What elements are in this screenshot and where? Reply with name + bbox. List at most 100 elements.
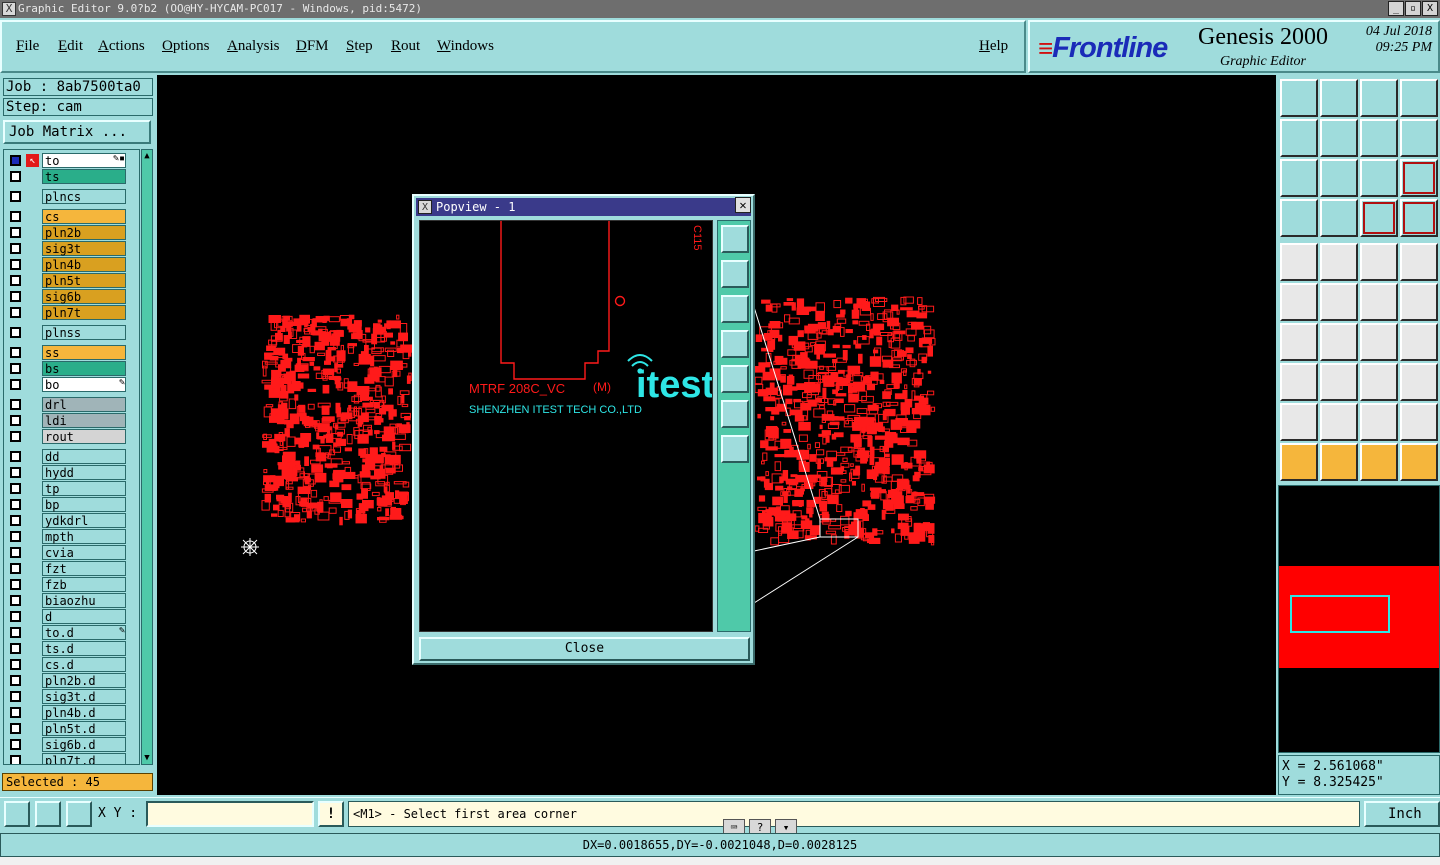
layer-row[interactable]: pln5t: [4, 273, 139, 288]
layer-name[interactable]: bp: [42, 497, 126, 512]
restore-button[interactable]: ▫: [1405, 1, 1421, 16]
layer-row[interactable]: biaozhu: [4, 593, 139, 608]
move-up-icon[interactable]: [1280, 79, 1318, 117]
layer-row[interactable]: ydkdrl: [4, 513, 139, 528]
layer-name[interactable]: pln7t.d: [42, 753, 126, 764]
popview-close-button[interactable]: Close: [419, 637, 750, 661]
layer-checkbox[interactable]: [10, 579, 21, 590]
layer-list[interactable]: ↖ to ✎▪ ts plncs cs pln2b sig3t pln4b pln5t sig6b p…: [3, 149, 140, 765]
layer-checkbox[interactable]: [10, 515, 21, 526]
x-node-icon[interactable]: [1320, 283, 1358, 321]
layer-name[interactable]: sig3t.d: [42, 689, 126, 704]
exclamation-button[interactable]: !: [318, 801, 344, 827]
line-dot-red-icon[interactable]: [1400, 283, 1438, 321]
layer-checkbox[interactable]: [10, 739, 21, 750]
pan-up-icon[interactable]: [721, 260, 749, 288]
layer-row[interactable]: ts.d: [4, 641, 139, 656]
zoom-in-icon[interactable]: [721, 400, 749, 428]
layer-row[interactable]: hydd: [4, 465, 139, 480]
menu-help[interactable]: Help: [979, 38, 1008, 55]
circle-icon[interactable]: [1400, 243, 1438, 281]
scroll-up-arrow-icon[interactable]: ▲: [142, 150, 152, 162]
layer-name[interactable]: ydkdrl: [42, 513, 126, 528]
layer-row[interactable]: sig3t: [4, 241, 139, 256]
split-icon[interactable]: [1400, 323, 1438, 361]
scale-one-two-icon[interactable]: [1360, 159, 1398, 197]
dimension-icon[interactable]: [1360, 363, 1398, 401]
layer-name[interactable]: hydd: [42, 465, 126, 480]
move-left-icon[interactable]: [1280, 119, 1318, 157]
layer-checkbox[interactable]: [10, 291, 21, 302]
pointer-icon[interactable]: [1280, 443, 1318, 481]
layer-row[interactable]: pln5t.d: [4, 721, 139, 736]
layer-name[interactable]: to.d: [42, 625, 126, 640]
move-right-icon[interactable]: [1320, 119, 1358, 157]
layer-checkbox[interactable]: [10, 723, 21, 734]
move-down-icon[interactable]: [1320, 79, 1358, 117]
layer-checkbox[interactable]: [10, 467, 21, 478]
popview-canvas[interactable]: C115 MTRF 208C_VC (M) itest SHENZHEN ITE…: [419, 220, 713, 632]
layer-name[interactable]: sig3t: [42, 241, 126, 256]
pan-left-icon[interactable]: [721, 330, 749, 358]
pan-down-icon[interactable]: [721, 295, 749, 323]
layer-checkbox[interactable]: [10, 611, 21, 622]
layer-row[interactable]: cvia: [4, 545, 139, 560]
layer-checkbox[interactable]: [10, 595, 21, 606]
layer-name[interactable]: drl: [42, 397, 126, 412]
layer-row[interactable]: pln7t.d: [4, 753, 139, 764]
slash-icon[interactable]: [1320, 323, 1358, 361]
xy-input[interactable]: [146, 801, 314, 827]
layer-name[interactable]: sig6b.d: [42, 737, 126, 752]
fit-icon[interactable]: [1280, 159, 1318, 197]
layer-checkbox[interactable]: [10, 675, 21, 686]
layer-name[interactable]: pln5t: [42, 273, 126, 288]
layer-name[interactable]: ts: [42, 169, 126, 184]
layer-checkbox[interactable]: [10, 659, 21, 670]
layer-row[interactable]: plncs: [4, 189, 139, 204]
layer-row[interactable]: bs: [4, 361, 139, 376]
layer-checkbox[interactable]: [10, 451, 21, 462]
triangle-icon[interactable]: [1280, 403, 1318, 441]
layer-checkbox[interactable]: [10, 171, 21, 182]
layer-name[interactable]: biaozhu: [42, 593, 126, 608]
layer-row[interactable]: mpth: [4, 529, 139, 544]
measure-icon[interactable]: [35, 801, 61, 827]
cluster-icon[interactable]: [1400, 363, 1438, 401]
layer-checkbox[interactable]: [10, 499, 21, 510]
menu-windows[interactable]: Windows: [437, 38, 494, 55]
layer-row[interactable]: bp: [4, 497, 139, 512]
layer-name[interactable]: cvia: [42, 545, 126, 560]
swap-icon[interactable]: [1360, 119, 1398, 157]
menu-file[interactable]: File: [16, 38, 39, 55]
menu-dfm[interactable]: DFM: [296, 38, 329, 55]
minimize-button[interactable]: _: [1388, 1, 1404, 16]
zoom-out-icon[interactable]: [721, 435, 749, 463]
minus-icon[interactable]: [1320, 363, 1358, 401]
layer-checkbox[interactable]: [10, 275, 21, 286]
triangle-blue-icon[interactable]: [1320, 403, 1358, 441]
layer-checkbox[interactable]: [10, 211, 21, 222]
layer-checkbox[interactable]: [10, 431, 21, 442]
menu-step[interactable]: Step: [346, 38, 373, 55]
overview-map[interactable]: [1278, 485, 1440, 753]
layer-row[interactable]: cs.d: [4, 657, 139, 672]
menu-analysis[interactable]: Analysis: [227, 38, 280, 55]
layer-name[interactable]: pln2b.d: [42, 673, 126, 688]
menu-options[interactable]: Options: [162, 38, 210, 55]
layer-row[interactable]: to.d ✎: [4, 625, 139, 640]
layer-name[interactable]: mpth: [42, 529, 126, 544]
arch-dot-icon[interactable]: [1400, 403, 1438, 441]
layer-row[interactable]: bo ✎: [4, 377, 139, 392]
layer-row[interactable]: tp: [4, 481, 139, 496]
layer-checkbox[interactable]: [10, 191, 21, 202]
pan-icon[interactable]: [1320, 159, 1358, 197]
layer-row[interactable]: fzt: [4, 561, 139, 576]
layers-blue-icon[interactable]: [1400, 199, 1438, 237]
line-dot-icon[interactable]: [1360, 283, 1398, 321]
layer-row[interactable]: pln2b.d: [4, 673, 139, 688]
layer-name[interactable]: plnss: [42, 325, 126, 340]
layer-row[interactable]: pln2b: [4, 225, 139, 240]
layer-row[interactable]: drl: [4, 397, 139, 412]
layer-checkbox[interactable]: [10, 531, 21, 542]
pad-icon[interactable]: [1280, 363, 1318, 401]
